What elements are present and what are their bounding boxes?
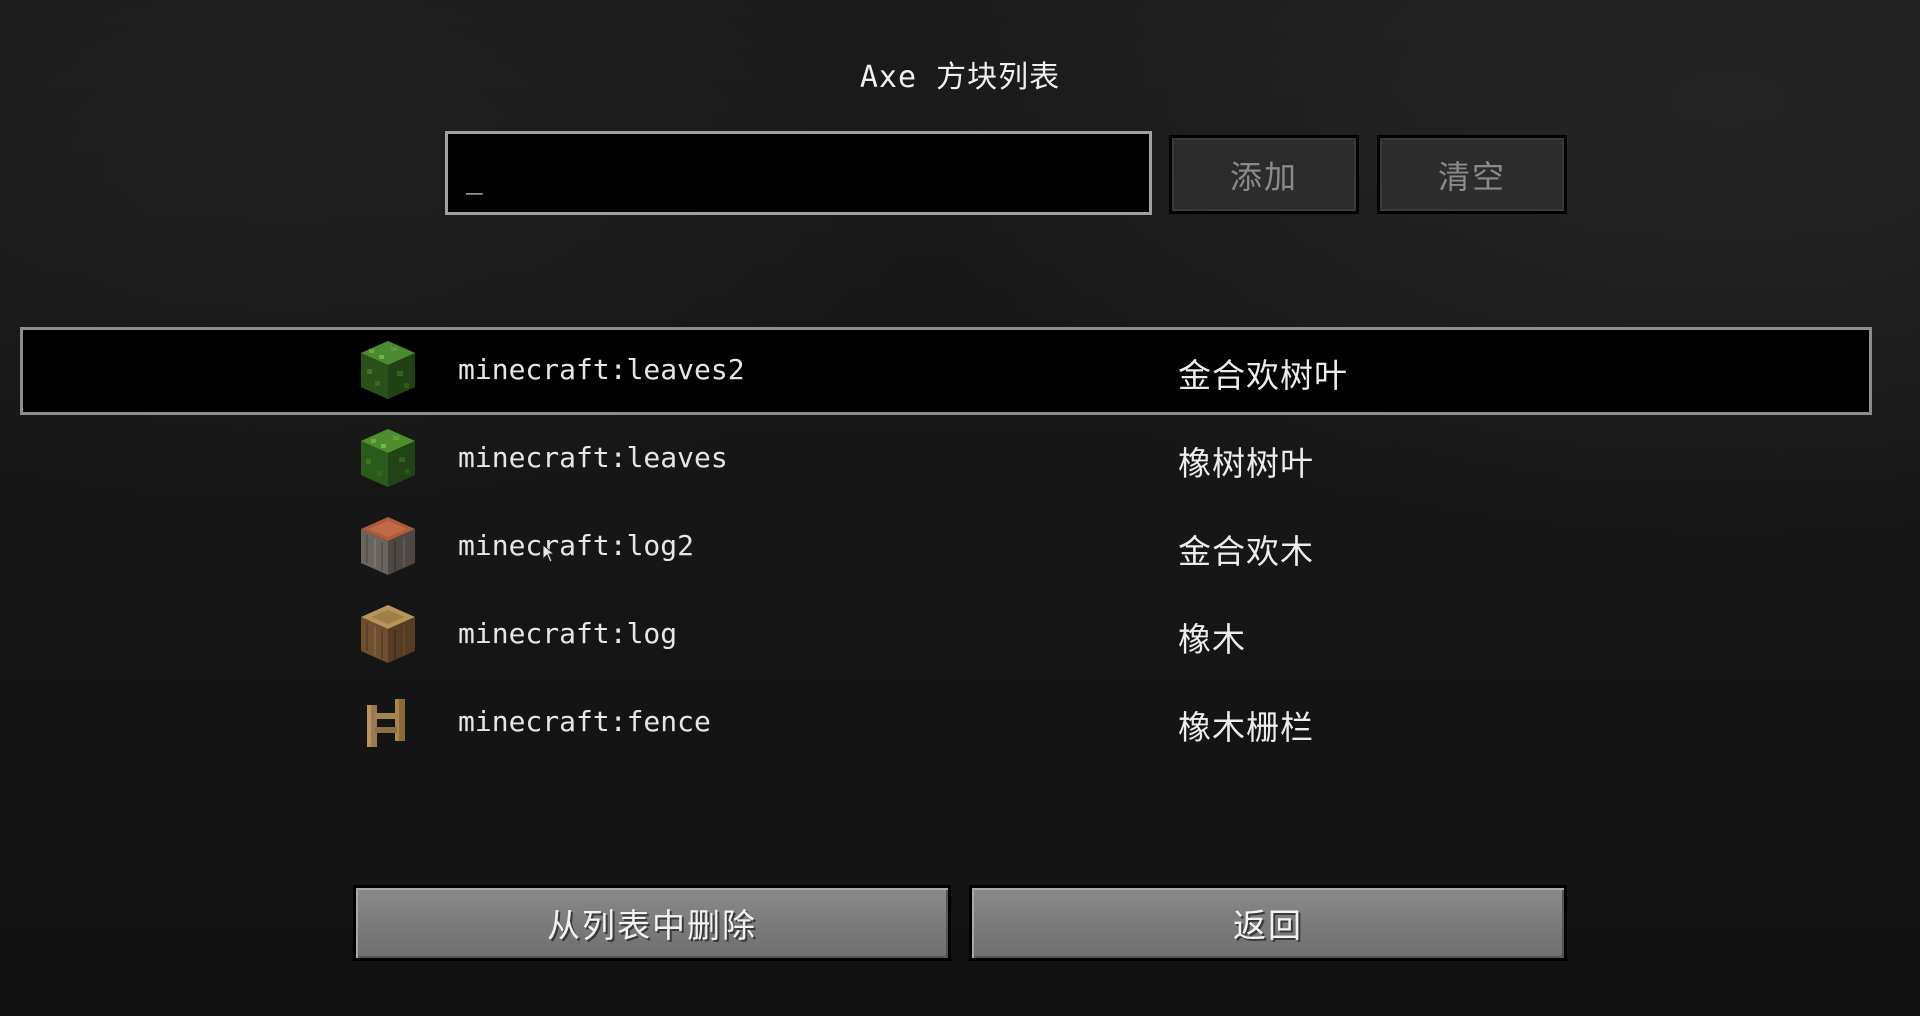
block-id-input[interactable]: _ <box>445 131 1152 215</box>
block-id: minecraft:log <box>458 617 678 650</box>
list-item[interactable]: minecraft:leaves 橡树树叶 <box>20 415 1872 503</box>
mouse-cursor-icon <box>543 545 555 563</box>
block-name: 橡木 <box>1178 620 1246 659</box>
clear-button[interactable]: 清空 <box>1377 135 1567 214</box>
block-id: minecraft:fence <box>458 705 711 738</box>
screen-title: Axe 方块列表 <box>859 60 1061 95</box>
list-item[interactable]: minecraft:leaves2 金合欢树叶 <box>20 327 1872 415</box>
oak-log-icon <box>361 605 415 663</box>
input-text: _ <box>466 162 483 195</box>
block-list[interactable]: minecraft:leaves2 金合欢树叶 minecraft:leaves… <box>20 327 1872 767</box>
oak-fence-icon <box>367 699 405 747</box>
block-name: 橡树树叶 <box>1178 444 1314 483</box>
remove-from-list-button[interactable]: 从列表中删除 <box>353 885 951 961</box>
block-name: 橡木栅栏 <box>1178 708 1314 747</box>
acacia-log-icon <box>361 517 415 575</box>
oak-leaves-icon <box>361 429 415 487</box>
list-item[interactable]: minecraft:log2 金合欢木 <box>20 503 1872 591</box>
list-item[interactable]: minecraft:log 橡木 <box>20 591 1872 679</box>
block-name: 金合欢树叶 <box>1178 356 1348 395</box>
block-id: minecraft:leaves2 <box>458 353 745 386</box>
back-button[interactable]: 返回 <box>969 885 1567 961</box>
acacia-leaves-icon <box>361 341 415 399</box>
block-id: minecraft:leaves <box>458 441 728 474</box>
block-id: minecraft:log2 <box>458 529 695 562</box>
list-item[interactable]: minecraft:fence 橡木栅栏 <box>20 679 1872 767</box>
block-name: 金合欢木 <box>1178 532 1314 571</box>
add-button[interactable]: 添加 <box>1169 135 1359 214</box>
